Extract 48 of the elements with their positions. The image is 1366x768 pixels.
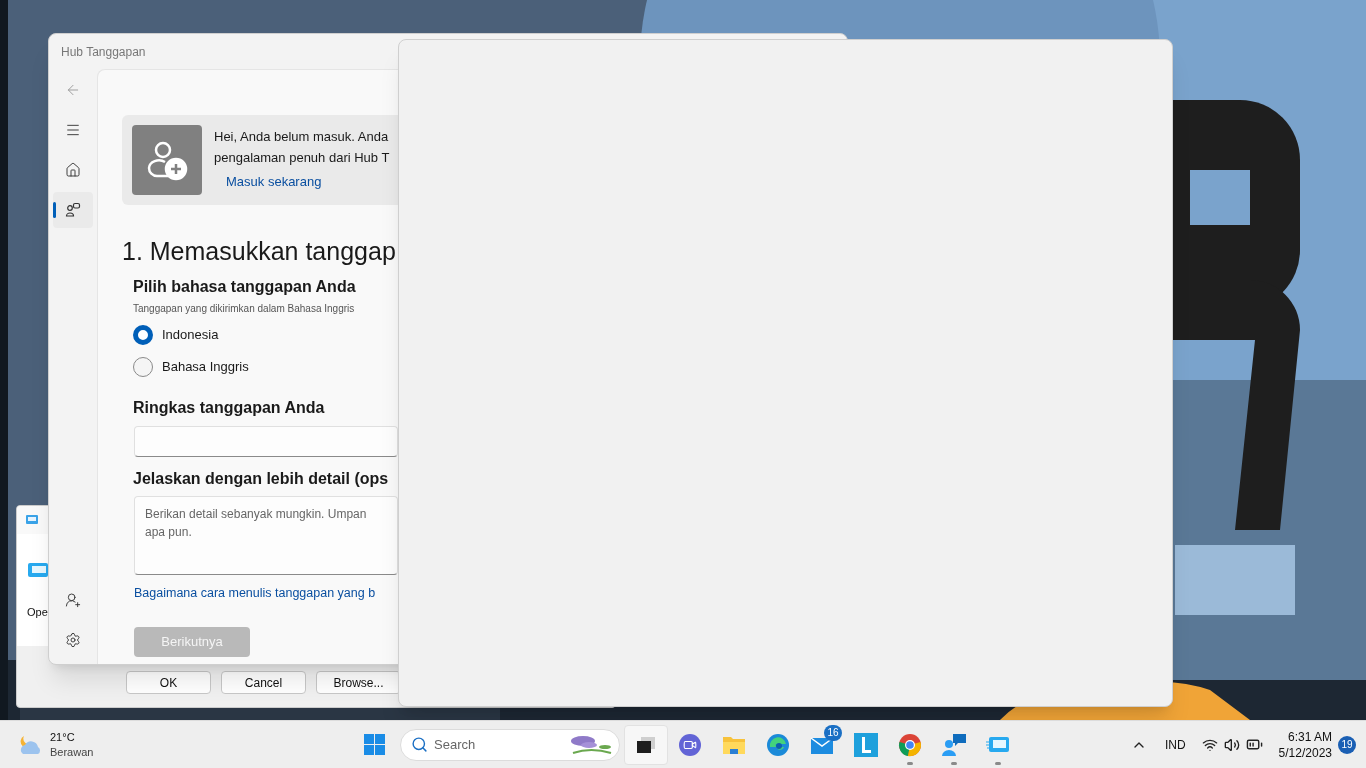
- open-label: Ope: [27, 605, 49, 620]
- taskbar-app-button[interactable]: [624, 724, 668, 765]
- letter-tile-icon: [854, 732, 878, 757]
- dialog-button[interactable]: OK: [126, 671, 211, 694]
- weather-temperature: 21°C: [50, 729, 76, 745]
- weather-widget[interactable]: 21°C Berawan: [0, 729, 360, 760]
- screen-app-icon: [986, 734, 1010, 755]
- summary-input-field[interactable]: [134, 426, 398, 457]
- window-title: Hub Tanggapan: [61, 43, 146, 61]
- language-radio[interactable]: Indonesia: [133, 324, 219, 346]
- clock-time[interactable]: 6:31 AM: [1287, 728, 1332, 745]
- weather-condition: Berawan: [50, 744, 94, 760]
- add-user-icon: [65, 592, 81, 608]
- menu-icon: [65, 122, 81, 138]
- screen-app-icon: [25, 514, 39, 526]
- taskbar-app-button[interactable]: 16: [800, 724, 844, 765]
- nav-item[interactable]: [53, 192, 93, 228]
- details-input-field[interactable]: Berikan detail sebanyak mungkin. Umpan apa pun.: [134, 496, 398, 575]
- back-icon: [65, 82, 81, 98]
- section-label: Ringkas tanggapan Anda: [133, 398, 326, 418]
- dialog-button[interactable]: Cancel: [221, 671, 306, 694]
- language-note: Tanggapan yang dikirimkan dalam Bahasa Inggris: [133, 302, 356, 316]
- clock-date[interactable]: 5/12/2023: [1278, 744, 1332, 761]
- home-icon: [65, 162, 81, 178]
- page-heading: 1. Memasukkan tanggap: [122, 236, 397, 267]
- sign-in-message: pengalaman penuh dari Hub T: [214, 149, 390, 167]
- video-camera-icon: [679, 733, 701, 756]
- unread-badge: 16: [824, 724, 842, 741]
- section-label: Jelaskan dengan lebih detail (ops: [133, 469, 390, 489]
- person-chat-icon: [941, 732, 967, 757]
- people-chat-icon: [65, 202, 81, 218]
- search-input[interactable]: Search: [434, 734, 554, 755]
- screen-app-icon: [27, 562, 49, 580]
- settings-icon: [65, 632, 81, 648]
- volume-icon[interactable]: [1223, 736, 1240, 753]
- section-label: Pilih bahasa tanggapan Anda: [133, 277, 357, 297]
- search-icon: [411, 736, 428, 753]
- swirl-browser-icon: [766, 732, 790, 757]
- sign-in-message: Hei, Anda belum masuk. Anda: [214, 128, 390, 146]
- dialog-button[interactable]: Browse...: [316, 671, 401, 694]
- notification-badge[interactable]: 19: [1338, 735, 1356, 754]
- windows-icon: [364, 733, 386, 756]
- round-browser-icon: [898, 732, 922, 757]
- language-radio[interactable]: Bahasa Inggris: [133, 356, 249, 378]
- sign-in-link[interactable]: Masuk sekarang: [226, 172, 390, 192]
- search-field[interactable]: Search: [400, 728, 620, 761]
- input-language[interactable]: IND: [1164, 735, 1186, 754]
- task-view-icon: [635, 734, 657, 755]
